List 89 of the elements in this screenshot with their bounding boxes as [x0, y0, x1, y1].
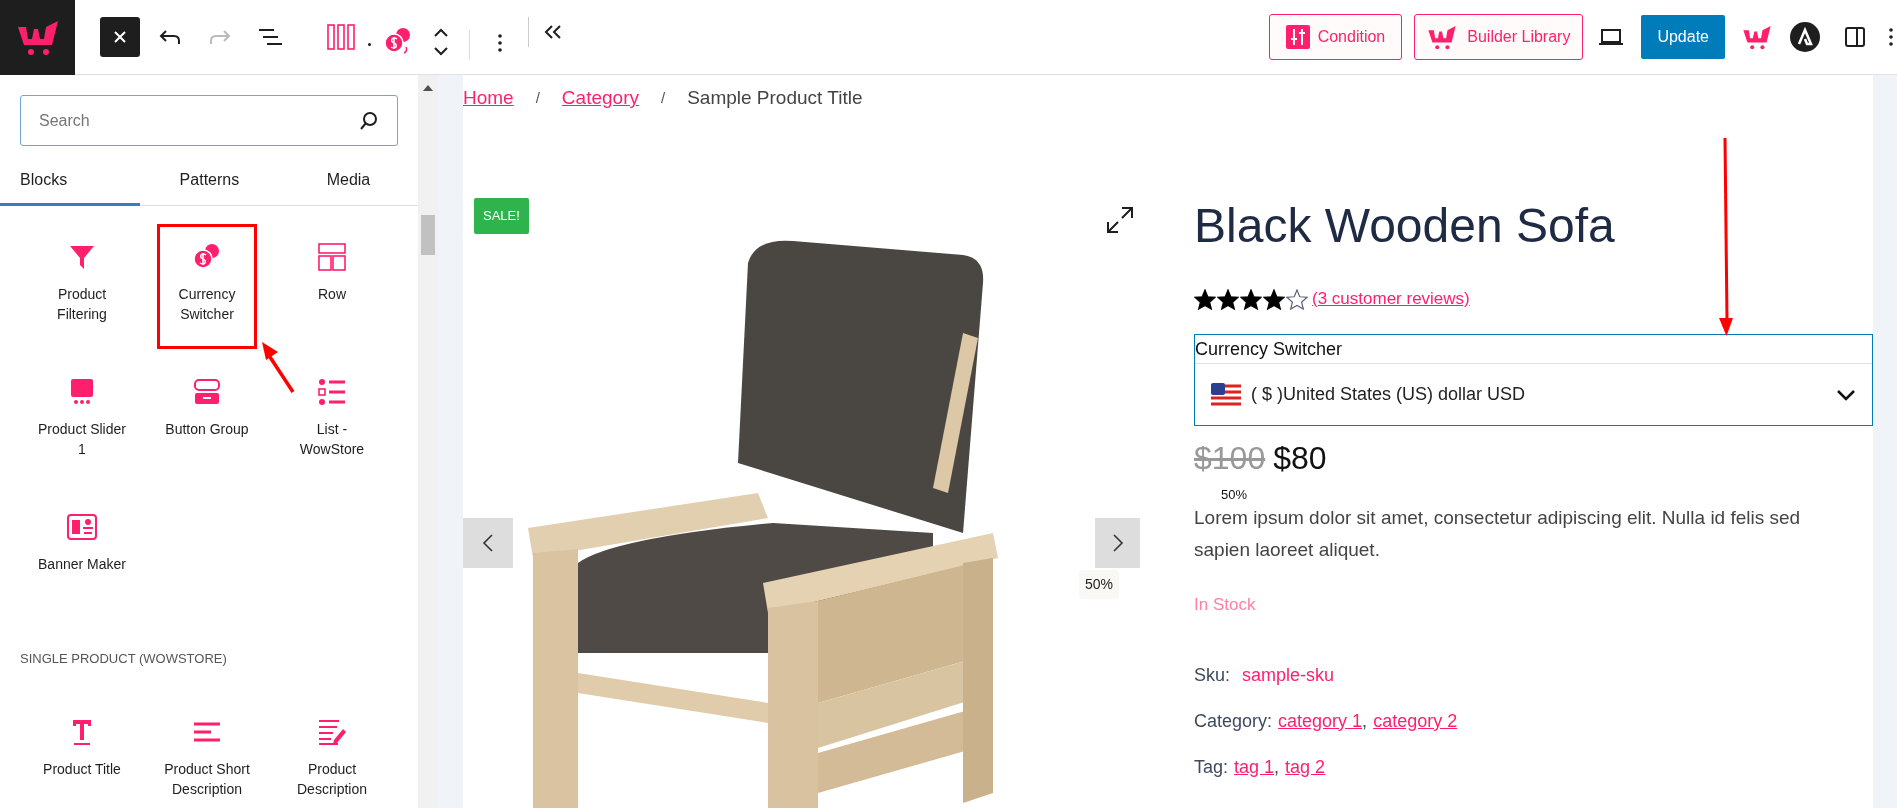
laptop-icon: [1598, 28, 1625, 46]
next-image-button[interactable]: [1095, 518, 1140, 568]
condition-button[interactable]: Condition: [1268, 14, 1403, 60]
breadcrumb-link[interactable]: Home: [463, 83, 514, 113]
text-edit-icon: [318, 717, 346, 746]
meta-separator: ,: [1274, 755, 1280, 779]
chevron-left-icon: [482, 533, 494, 553]
sale-badge: SALE!: [474, 198, 529, 234]
redo-icon: [209, 29, 231, 45]
scrollbar[interactable]: [418, 75, 438, 808]
block-item[interactable]: Product Description: [282, 698, 382, 808]
currency-exchange-icon: [384, 27, 412, 55]
sidebar-panel-icon: [1845, 27, 1865, 47]
block-item[interactable]: Product Title: [32, 698, 132, 808]
annotation-arrow: [260, 340, 296, 395]
zoom-level-label: 50%: [1221, 488, 1249, 502]
cart-logo-icon: [1742, 23, 1772, 51]
logo-tile[interactable]: [0, 0, 75, 75]
tab[interactable]: Patterns: [139, 156, 279, 206]
filled-star-icon: [1263, 288, 1285, 310]
block-item[interactable]: Product Short Description: [157, 698, 257, 808]
update-button[interactable]: Update: [1641, 15, 1725, 59]
selected-currency: ( $ )United States (US) dollar USD: [1251, 383, 1527, 406]
section-heading: SINGLE PRODUCT (WOWSTORE): [19, 650, 228, 668]
search-icon: [359, 110, 379, 131]
block-item[interactable]: Currency Switcher: [157, 224, 257, 349]
up-down-chevron-icon: [433, 27, 449, 57]
button-group-icon: [193, 378, 221, 406]
flag-icon: [1211, 382, 1241, 407]
more-vertical-icon: [498, 34, 502, 52]
search-field[interactable]: Search: [20, 95, 398, 146]
filled-star-icon: [1194, 288, 1216, 310]
scrollbar-thumb[interactable]: [421, 215, 435, 255]
more-vertical-icon: [1889, 28, 1893, 46]
double-chevron-left-icon: [544, 24, 562, 40]
close-button[interactable]: [100, 17, 140, 57]
currency-select[interactable]: ( $ )United States (US) dollar USD: [1195, 363, 1872, 425]
list-icon: [318, 378, 346, 406]
tab[interactable]: Media: [278, 156, 418, 206]
row-layout-icon: [318, 243, 346, 271]
search-input[interactable]: Search: [39, 108, 359, 133]
dot-icon: [368, 42, 371, 46]
block-item[interactable]: Row: [282, 224, 382, 349]
builder-library-button[interactable]: Builder Library: [1414, 14, 1584, 60]
meta-separator: ,: [1362, 709, 1368, 733]
meta-label: Category:: [1194, 709, 1273, 733]
block-item[interactable]: Product Filtering: [32, 224, 132, 349]
stock-status: In Stock: [1194, 594, 1257, 616]
tab[interactable]: Blocks: [0, 156, 140, 206]
filter-icon: [68, 243, 96, 271]
meta-link[interactable]: category 2: [1373, 707, 1458, 735]
chevron-down-icon: [1836, 388, 1856, 401]
chevron-right-icon: [1111, 533, 1124, 553]
filled-star-icon: [1217, 288, 1239, 310]
field-label: Currency Switcher: [1195, 338, 1344, 361]
columns-icon: [327, 24, 355, 50]
sliders-icon: [1285, 25, 1310, 49]
slider-icon: [68, 378, 96, 406]
currency-exchange-icon: [193, 243, 221, 271]
block-item[interactable]: Product Slider 1: [32, 359, 132, 484]
banner-icon: [67, 514, 97, 540]
meta-label: Tag:: [1194, 755, 1229, 779]
close-icon: [113, 30, 127, 44]
block-item[interactable]: Banner Maker: [32, 494, 132, 619]
product-title: Black Wooden Sofa: [1194, 198, 1616, 254]
breadcrumb-separator: /: [535, 87, 540, 108]
filled-star-icon: [1240, 288, 1262, 310]
meta-label: Sku:: [1194, 663, 1231, 687]
expand-icon[interactable]: [1106, 206, 1134, 234]
block-item[interactable]: Button Group: [157, 359, 257, 484]
breadcrumb-link[interactable]: Category: [561, 83, 639, 113]
reviews-link[interactable]: (3 customer reviews): [1312, 286, 1470, 312]
block-item[interactable]: List - WowStore: [282, 359, 382, 484]
cart-logo-icon: [1427, 23, 1458, 51]
sale-price: $80: [1273, 439, 1327, 478]
meta-link[interactable]: category 1: [1278, 707, 1363, 735]
undo-icon: [159, 29, 181, 45]
scroll-up-arrow-icon: [423, 85, 433, 91]
meta-link[interactable]: tag 1: [1234, 753, 1275, 781]
old-price: $100: [1194, 439, 1266, 478]
breadcrumb-separator: /: [660, 87, 666, 108]
meta-link[interactable]: tag 2: [1285, 753, 1326, 781]
sku-value[interactable]: sample-sku: [1242, 661, 1335, 689]
circle-logo-icon: [1790, 22, 1820, 52]
product-description: Lorem ipsum dolor sit amet, consectetur adipiscing elit. Nulla id felis sed sapien laoreet aliquet.: [1194, 506, 1802, 562]
title-icon: [71, 717, 93, 746]
breadcrumb-current: Sample Product Title: [687, 85, 863, 110]
list-view-icon: [258, 28, 282, 46]
zoom-level-label: 50%: [1079, 570, 1120, 599]
